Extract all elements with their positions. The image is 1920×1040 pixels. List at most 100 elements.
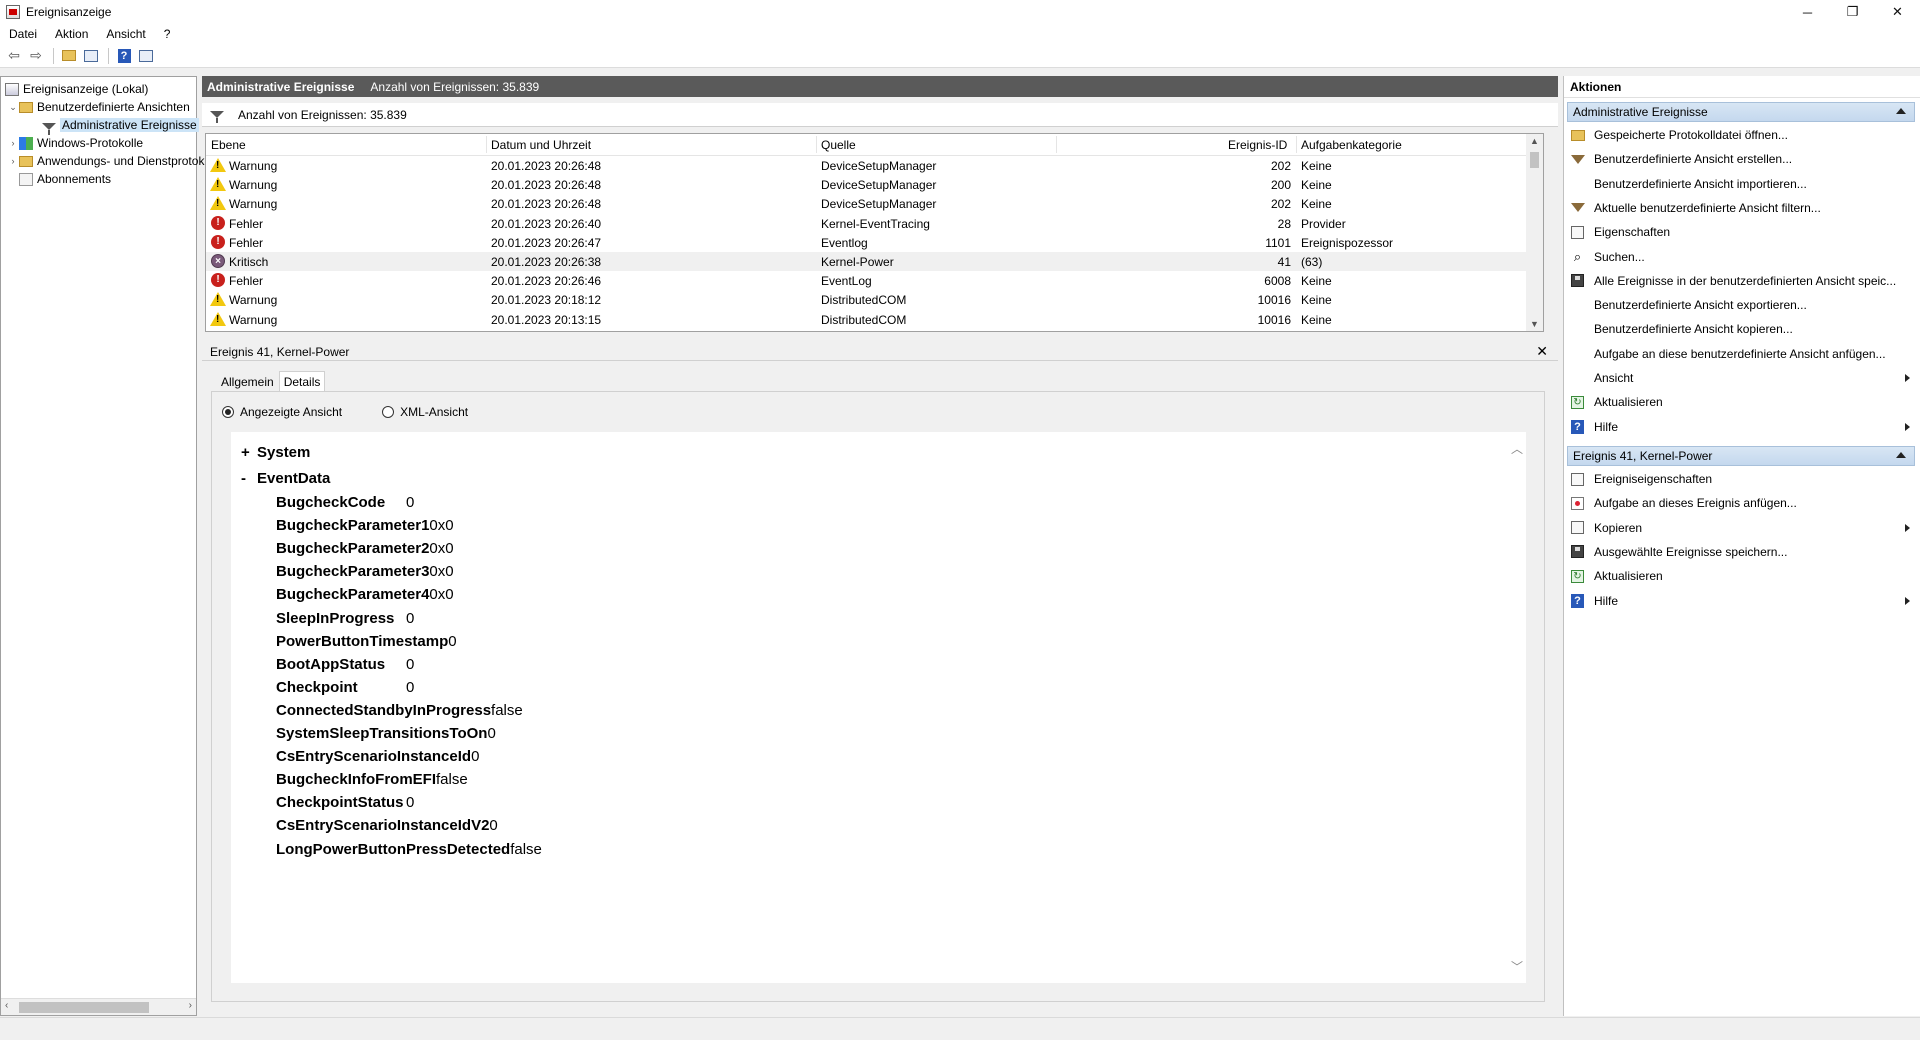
- action-item[interactable]: ↻ Aktualisieren: [1568, 391, 1914, 413]
- help-icon[interactable]: ?: [114, 47, 134, 65]
- action-pane-icon[interactable]: [136, 47, 156, 65]
- tree-item-admin-events[interactable]: Administrative Ereignisse: [42, 116, 199, 135]
- close-detail-icon[interactable]: ✕: [1536, 343, 1548, 360]
- warning-icon: [210, 292, 226, 307]
- scrollbar-thumb[interactable]: [19, 1002, 149, 1013]
- action-item[interactable]: Gespeicherte Protokolldatei öffnen...: [1568, 124, 1914, 146]
- collapse-chevron-icon[interactable]: ⌄: [7, 102, 19, 113]
- table-row[interactable]: ! Fehler 20.01.2023 20:26:46 EventLog 6008 Ke…: [206, 271, 1528, 290]
- action-item[interactable]: Benutzerdefinierte Ansicht kopieren...: [1568, 318, 1914, 340]
- tree-item-app-logs[interactable]: › Anwendungs- und Dienstprotokolle: [7, 152, 224, 170]
- filter-bar: Anzahl von Ereignissen: 35.839: [202, 103, 1558, 127]
- close-button[interactable]: ✕: [1875, 0, 1920, 24]
- radio-xml-view[interactable]: XML-Ansicht: [382, 405, 468, 419]
- tree-horizontal-scrollbar[interactable]: ‹ ›: [1, 998, 196, 1015]
- scroll-up-chevron-icon[interactable]: ︿: [1510, 440, 1524, 457]
- column-source[interactable]: Quelle: [821, 138, 856, 152]
- cell-level: Fehler: [229, 216, 264, 231]
- column-datetime[interactable]: Datum und Uhrzeit: [491, 138, 591, 152]
- event-details-view[interactable]: + System - EventData BugcheckCode 0 Bugche…: [231, 432, 1526, 983]
- action-item[interactable]: Benutzerdefinierte Ansicht exportieren..…: [1568, 294, 1914, 316]
- column-divider[interactable]: [1296, 136, 1297, 153]
- detail-header: Ereignis 41, Kernel-Power ✕: [202, 343, 1558, 361]
- table-row[interactable]: Warnung 20.01.2023 20:26:48 DeviceSetupMan…: [206, 194, 1528, 213]
- scroll-up-icon[interactable]: ▲: [1530, 136, 1539, 146]
- column-divider[interactable]: [816, 136, 817, 153]
- radio-button[interactable]: [382, 406, 395, 418]
- action-item[interactable]: ⌕ Suchen...: [1568, 246, 1914, 268]
- collapse-caret-icon[interactable]: [1896, 108, 1906, 114]
- actions-section-admin-events[interactable]: Administrative Ereignisse: [1567, 102, 1915, 122]
- action-item[interactable]: ↻ Aktualisieren: [1568, 565, 1914, 587]
- minimize-button[interactable]: ─: [1785, 0, 1830, 24]
- table-row[interactable]: Warnung 20.01.2023 20:13:15 DistributedCOM…: [206, 310, 1528, 329]
- detail-tabs: Allgemein Details: [216, 371, 326, 392]
- action-item[interactable]: Aufgabe an diese benutzerdefinierte Ansi…: [1568, 343, 1914, 365]
- cell-source: Eventlog: [821, 235, 868, 250]
- table-row[interactable]: × Kritisch 20.01.2023 20:26:38 Kernel-Power…: [206, 252, 1528, 271]
- tree-item-windows-logs[interactable]: › Windows-Protokolle: [7, 134, 144, 152]
- action-item[interactable]: Ausgewählte Ereignisse speichern...: [1568, 541, 1914, 563]
- tree-item-root[interactable]: Ereignisanzeige (Lokal): [5, 80, 148, 98]
- back-arrow-icon[interactable]: ⇦: [4, 47, 24, 65]
- eventdata-field: BugcheckCode 0: [276, 491, 414, 514]
- tree-item-subscriptions[interactable]: Abonnements: [19, 170, 111, 188]
- tree-item-custom-views[interactable]: ⌄ Benutzerdefinierte Ansichten: [7, 98, 190, 116]
- forward-arrow-icon[interactable]: ⇨: [26, 47, 46, 65]
- collapse-toggle[interactable]: -: [241, 470, 257, 487]
- action-item[interactable]: ? Hilfe: [1568, 416, 1914, 438]
- field-key: CsEntryScenarioInstanceId: [276, 748, 472, 766]
- table-row[interactable]: Warnung 20.01.2023 20:26:48 DeviceSetupMan…: [206, 156, 1528, 175]
- action-item[interactable]: Benutzerdefinierte Ansicht importieren..…: [1568, 173, 1914, 195]
- column-divider[interactable]: [486, 136, 487, 153]
- menu-ansicht[interactable]: Ansicht: [97, 27, 154, 41]
- filter-icon: [210, 111, 224, 123]
- menu-help[interactable]: ?: [155, 27, 180, 41]
- action-item[interactable]: Eigenschaften: [1568, 221, 1914, 243]
- action-item[interactable]: Kopieren: [1568, 517, 1914, 539]
- action-item[interactable]: Benutzerdefinierte Ansicht erstellen...: [1568, 148, 1914, 170]
- action-item[interactable]: Ereigniseigenschaften: [1568, 468, 1914, 490]
- scroll-down-icon[interactable]: ▼: [1530, 319, 1539, 329]
- open-log-icon: [1570, 128, 1585, 143]
- table-row[interactable]: ! Fehler 20.01.2023 20:26:47 Eventlog 1101 Er…: [206, 233, 1528, 252]
- menu-aktion[interactable]: Aktion: [46, 27, 97, 41]
- scrollbar-thumb[interactable]: [1530, 152, 1539, 168]
- column-task-category[interactable]: Aufgabenkategorie: [1301, 138, 1402, 152]
- event-list-scrollbar[interactable]: ▲ ▼: [1526, 134, 1543, 331]
- table-row[interactable]: ! Fehler 20.01.2023 20:26:40 Kernel-EventTr…: [206, 214, 1528, 233]
- table-row[interactable]: Warnung 20.01.2023 20:26:48 DeviceSetupMan…: [206, 175, 1528, 194]
- scroll-left-icon[interactable]: ‹: [5, 1000, 8, 1011]
- section-system[interactable]: + System: [241, 444, 310, 461]
- column-event-id[interactable]: Ereignis-ID: [1228, 138, 1287, 152]
- section-eventdata[interactable]: - EventData: [241, 470, 330, 487]
- cell-task-category: Keine: [1301, 159, 1332, 173]
- action-item[interactable]: Aufgabe an dieses Ereignis anfügen...: [1568, 492, 1914, 514]
- table-row[interactable]: Warnung 20.01.2023 20:18:12 DistributedCOM…: [206, 290, 1528, 309]
- action-item[interactable]: Ansicht: [1568, 367, 1914, 389]
- open-folder-icon[interactable]: [59, 47, 79, 65]
- event-list[interactable]: Ebene Datum und Uhrzeit Quelle Ereignis-…: [205, 133, 1544, 332]
- action-item[interactable]: Aktuelle benutzerdefinierte Ansicht filt…: [1568, 197, 1914, 219]
- restore-button[interactable]: ❐: [1830, 0, 1875, 24]
- column-level[interactable]: Ebene: [211, 138, 246, 152]
- collapse-caret-icon[interactable]: [1896, 452, 1906, 458]
- action-item[interactable]: ? Hilfe: [1568, 590, 1914, 612]
- event-viewer-icon: [5, 82, 19, 96]
- expand-toggle[interactable]: +: [241, 444, 257, 461]
- column-divider[interactable]: [1056, 136, 1057, 153]
- scroll-right-icon[interactable]: ›: [189, 1000, 192, 1011]
- menu-datei[interactable]: Datei: [0, 27, 46, 41]
- expand-chevron-icon[interactable]: ›: [7, 156, 19, 166]
- expand-chevron-icon[interactable]: ›: [7, 138, 19, 148]
- action-item[interactable]: Alle Ereignisse in der benutzerdefiniert…: [1568, 270, 1914, 292]
- console-tree-icon[interactable]: [81, 47, 101, 65]
- actions-section-event[interactable]: Ereignis 41, Kernel-Power: [1567, 446, 1915, 466]
- cell-task-category: Keine: [1301, 197, 1332, 212]
- radio-friendly-view[interactable]: Angezeigte Ansicht: [222, 405, 342, 419]
- tab-details[interactable]: Details: [278, 371, 326, 392]
- radio-button-selected[interactable]: [222, 406, 234, 418]
- eventdata-field: BugcheckInfoFromEFI false: [276, 768, 468, 791]
- scroll-down-chevron-icon[interactable]: ﹀: [1510, 958, 1524, 975]
- tab-allgemein[interactable]: Allgemein: [216, 371, 279, 392]
